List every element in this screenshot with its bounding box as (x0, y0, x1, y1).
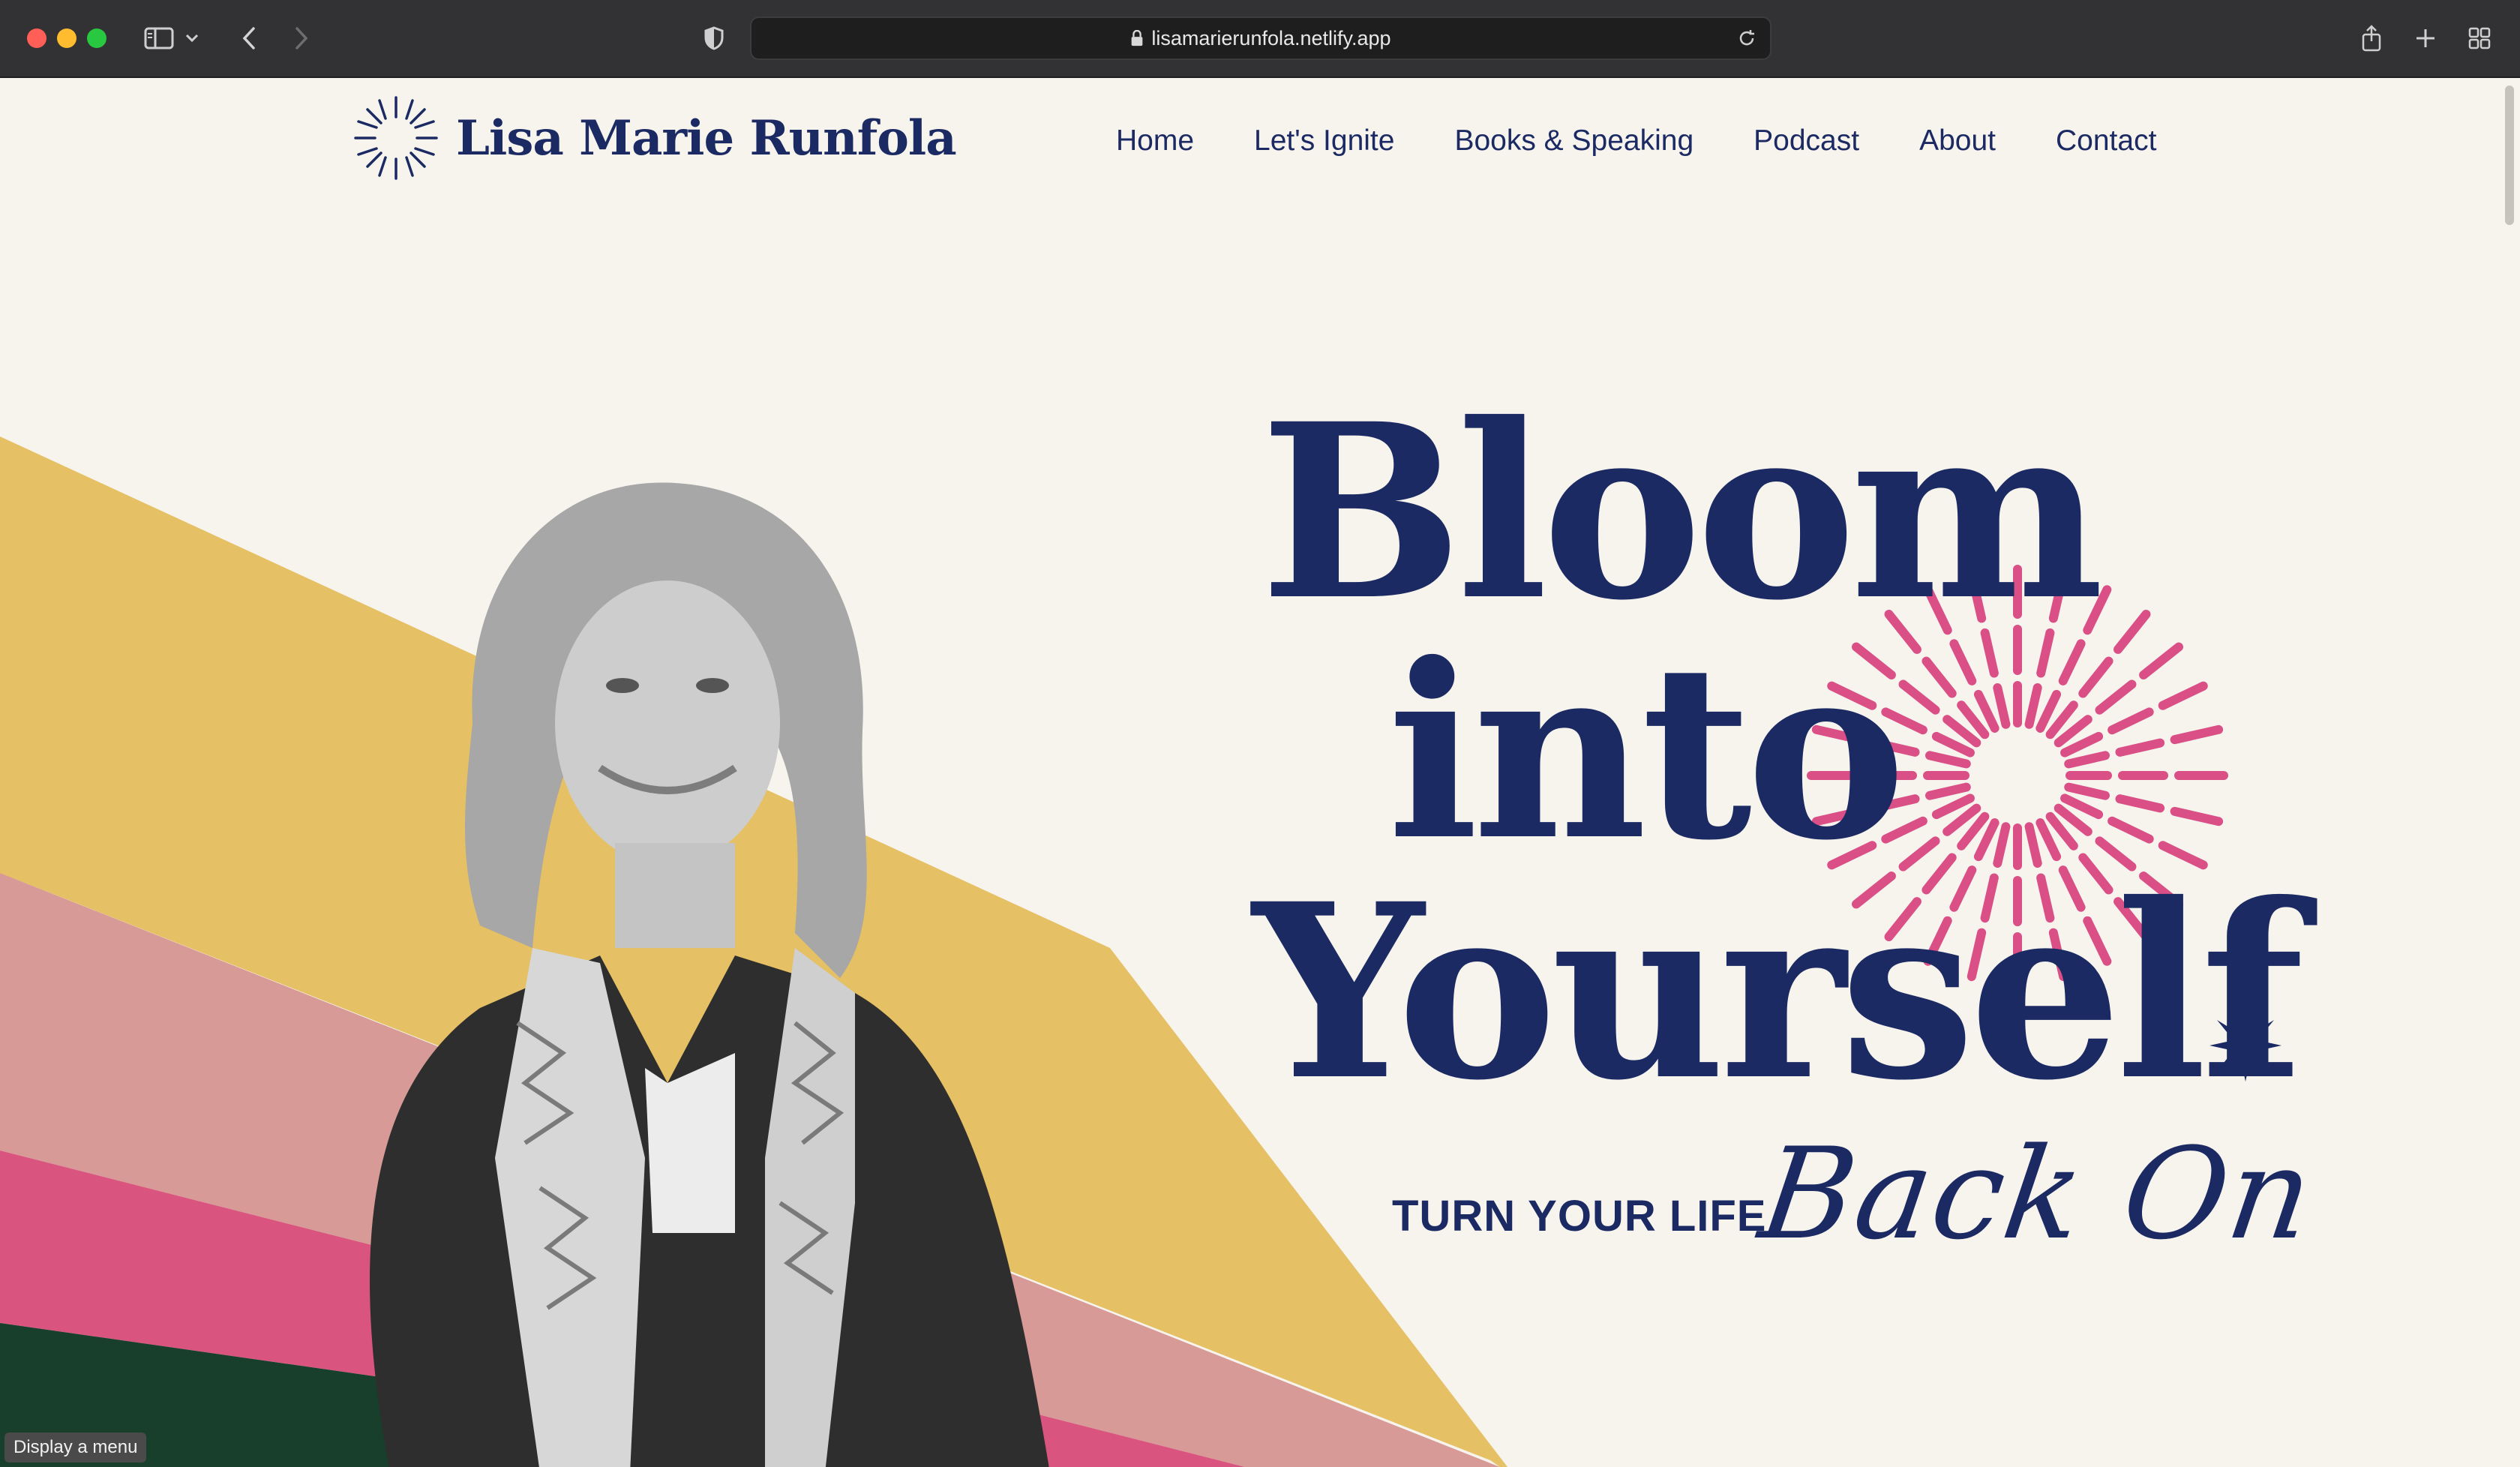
browser-toolbar: lisamarierunfola.netlify.app (0, 0, 2520, 78)
burst-ray (2108, 816, 2154, 844)
minimize-window-button[interactable] (57, 28, 76, 48)
site-logo[interactable]: Lisa Marie Runfola (352, 94, 957, 182)
burst-ray (1898, 680, 1940, 715)
burst-ray (2108, 707, 2154, 735)
window-controls (27, 28, 106, 48)
burst-ray (2064, 751, 2110, 769)
burst-ray (2139, 642, 2184, 680)
privacy-shield-icon[interactable] (698, 22, 730, 54)
nav-contact-link[interactable]: Contact (2056, 124, 2156, 158)
display-menu-tooltip: Display a menu (4, 1432, 147, 1462)
nav-podcast-link[interactable]: Podcast (1754, 124, 1859, 158)
new-tab-plus-icon[interactable] (2409, 22, 2442, 54)
address-bar[interactable]: lisamarierunfola.netlify.app (750, 16, 1772, 60)
star-sparkle-icon (2210, 1010, 2282, 1082)
page-scrollbar[interactable] (2505, 86, 2514, 225)
back-arrow-icon[interactable] (232, 22, 266, 54)
burst-ray (2064, 782, 2110, 800)
chevron-down-icon[interactable] (183, 22, 201, 54)
sidebar-toggle-icon[interactable] (142, 22, 176, 54)
tab-overview-icon[interactable] (2463, 22, 2496, 54)
burst-ray (2095, 680, 2137, 715)
burst-ray (1925, 751, 1971, 769)
burst-ray (2170, 806, 2224, 826)
burst-ray (1922, 656, 1957, 698)
web-page: Lisa Marie Runfola Home Let's Ignite Boo… (0, 78, 2520, 1467)
main-navigation: Home Let's Ignite Books & Speaking Podca… (1116, 124, 2156, 158)
burst-ray (2115, 738, 2165, 757)
forward-arrow-icon[interactable] (285, 22, 318, 54)
burst-ray (2158, 681, 2208, 710)
hero-script-text: Back On (1752, 1120, 2323, 1268)
sunburst-logo-icon (354, 96, 438, 180)
headline-line-1: Bloom (1260, 372, 2104, 653)
burst-ray (2078, 656, 2114, 698)
share-icon[interactable] (2355, 22, 2388, 54)
headline-line-3: Yourself (1252, 852, 2304, 1133)
burst-ray (2115, 794, 2165, 813)
lock-icon (1132, 30, 1143, 46)
burst-ray (1993, 683, 2011, 729)
nav-books-speaking-link[interactable]: Books & Speaking (1454, 124, 1694, 158)
nav-lets-ignite-link[interactable]: Let's Ignite (1254, 124, 1394, 158)
headline-line-2: into (1388, 612, 1906, 893)
burst-ray (1925, 782, 1971, 800)
burst-ray (2024, 683, 2042, 729)
burst-ray (2114, 609, 2151, 654)
url-text: lisamarierunfola.netlify.app (1151, 26, 1391, 50)
hero-tagline: TURN YOUR LIFE (1392, 1192, 1767, 1240)
close-window-button[interactable] (27, 28, 46, 48)
portrait-photo (370, 482, 1049, 1467)
nav-about-link[interactable]: About (1919, 124, 1996, 158)
brand-name: Lisa Marie Runfola (456, 110, 957, 166)
burst-ray (2170, 724, 2224, 745)
nav-home-link[interactable]: Home (1116, 124, 1194, 158)
zoom-window-button[interactable] (87, 28, 106, 48)
reload-icon[interactable] (1737, 28, 1756, 48)
